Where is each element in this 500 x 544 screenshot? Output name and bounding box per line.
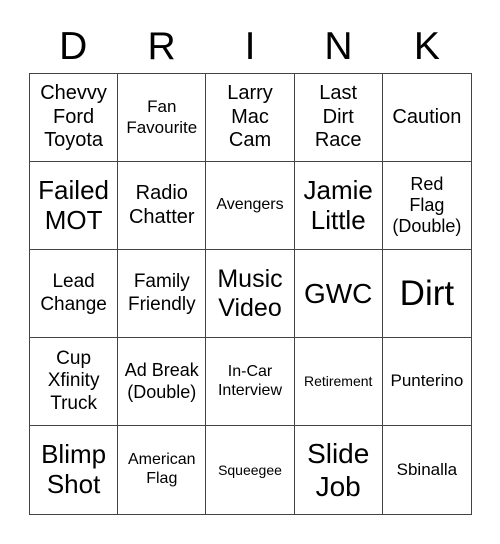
bingo-cell[interactable]: Jamie Little — [294, 162, 383, 250]
bingo-cell[interactable]: Fan Favourite — [118, 74, 207, 162]
header-letter-i: I — [244, 25, 256, 68]
bingo-cell[interactable]: Retirement — [294, 338, 383, 426]
bingo-cell[interactable]: Dirt — [382, 250, 471, 338]
bingo-cell[interactable]: Caution — [382, 74, 471, 162]
header-letter-d: D — [59, 25, 88, 68]
bingo-cell[interactable]: Squeegee — [206, 426, 295, 514]
bingo-grid: Chevvy Ford Toyota Fan Favourite Larry M… — [29, 73, 472, 515]
bingo-cell[interactable]: Music Video — [206, 250, 295, 338]
bingo-cell[interactable]: Ad Break (Double) — [118, 338, 207, 426]
bingo-cell[interactable]: American Flag — [118, 426, 207, 514]
bingo-cell[interactable]: Slide Job — [295, 426, 383, 514]
bingo-header: D R I N K — [29, 22, 471, 72]
bingo-cell[interactable]: In-Car Interview — [206, 338, 295, 426]
bingo-cell[interactable]: Larry Mac Cam — [206, 74, 295, 162]
bingo-cell[interactable]: Sbinalla — [383, 426, 471, 514]
bingo-cell[interactable]: Avengers — [206, 162, 295, 250]
bingo-cell[interactable]: Punterino — [382, 338, 471, 426]
bingo-cell[interactable]: Blimp Shot — [30, 426, 119, 514]
bingo-cell[interactable]: Cup Xfinity Truck — [30, 338, 119, 426]
bingo-cell[interactable]: GWC — [294, 250, 383, 338]
header-letter-n: N — [324, 25, 353, 68]
bingo-cell[interactable]: Last Dirt Race — [294, 74, 383, 162]
bingo-cell[interactable]: Failed MOT — [30, 162, 119, 250]
bingo-cell[interactable]: Radio Chatter — [118, 162, 207, 250]
bingo-cell[interactable]: Lead Change — [30, 250, 119, 338]
header-letter-r: R — [147, 25, 176, 68]
bingo-cell[interactable]: Family Friendly — [118, 250, 207, 338]
bingo-cell[interactable]: Chevvy Ford Toyota — [30, 74, 119, 162]
bingo-cell[interactable]: Red Flag (Double) — [382, 162, 471, 250]
header-letter-k: K — [413, 25, 440, 68]
